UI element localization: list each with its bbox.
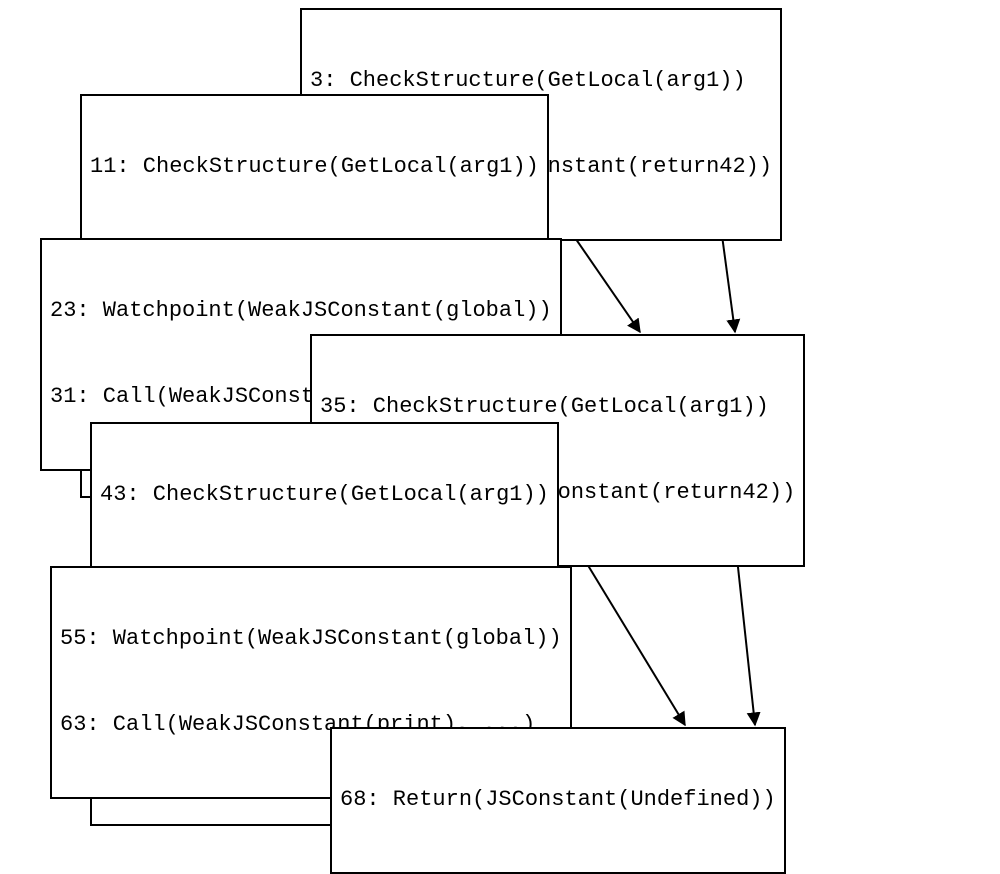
ir-line: 43: CheckStructure(GetLocal(arg1)) bbox=[100, 481, 549, 510]
ir-line: 68: Return(JSConstant(Undefined)) bbox=[340, 786, 776, 815]
ir-line: 3: CheckStructure(GetLocal(arg1)) bbox=[310, 67, 772, 96]
node-block-7: 68: Return(JSConstant(Undefined)) bbox=[330, 727, 786, 874]
ir-line: 11: CheckStructure(GetLocal(arg1)) bbox=[90, 153, 539, 182]
ir-line: 55: Watchpoint(WeakJSConstant(global)) bbox=[60, 625, 562, 654]
dfg-diagram: 3: CheckStructure(GetLocal(arg1)) 7: Bra… bbox=[0, 0, 1000, 777]
ir-line: 23: Watchpoint(WeakJSConstant(global)) bbox=[50, 297, 552, 326]
ir-line: 35: CheckStructure(GetLocal(arg1)) bbox=[320, 393, 795, 422]
